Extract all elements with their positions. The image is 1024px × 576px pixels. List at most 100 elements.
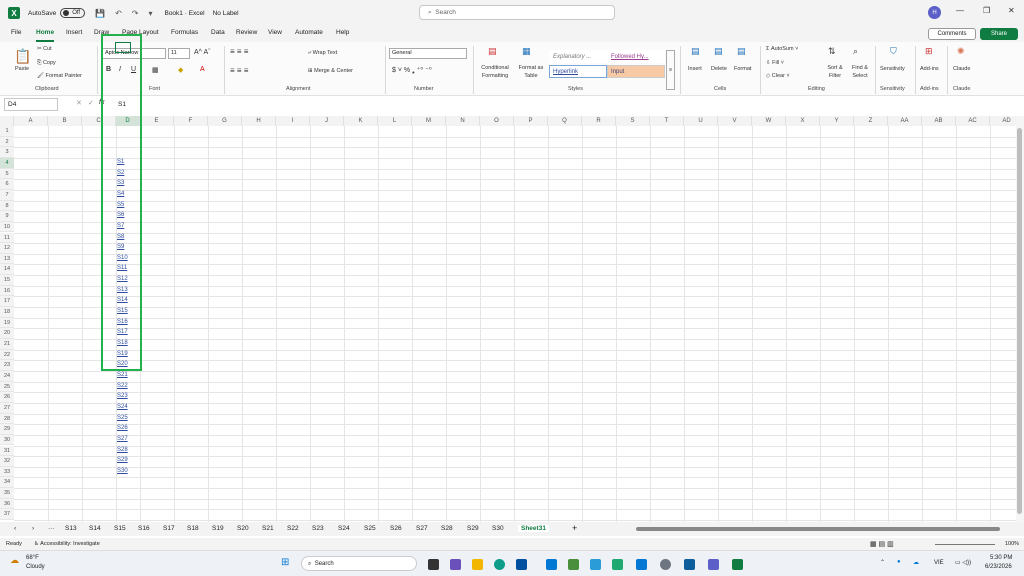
hyperlink-cell[interactable]: S29: [117, 457, 128, 463]
sheet-tab[interactable]: S14: [89, 525, 101, 532]
sheet-tab[interactable]: S17: [163, 525, 175, 532]
claude-icon[interactable]: ✺: [957, 46, 965, 57]
row-header[interactable]: 11: [0, 232, 14, 244]
row-header[interactable]: 7: [0, 189, 14, 201]
delete-cells-button[interactable]: Delete: [711, 66, 727, 72]
conditional-formatting-icon[interactable]: ▤: [488, 46, 497, 57]
row-header[interactable]: 6: [0, 179, 14, 190]
hyperlink-cell[interactable]: S23: [117, 393, 128, 399]
format-cells-icon[interactable]: ▤: [737, 46, 746, 57]
delete-cells-icon[interactable]: ▤: [714, 46, 723, 57]
row-header[interactable]: 33: [0, 466, 14, 478]
row-header[interactable]: 13: [0, 253, 14, 265]
app-icon[interactable]: [612, 559, 623, 570]
accessibility-status[interactable]: ♿ Accessibility: Investigate: [34, 541, 100, 547]
add-sheet-icon[interactable]: +: [572, 523, 577, 533]
conditional-formatting-button[interactable]: Conditional Formatting: [477, 64, 513, 80]
find-select-button[interactable]: Find & Select: [848, 64, 872, 80]
style-followed-hyperlink[interactable]: Followed Hy...: [607, 50, 665, 63]
app-icon[interactable]: [450, 559, 461, 570]
row-header[interactable]: 23: [0, 360, 14, 371]
network-volume-icon[interactable]: ▭ ◁)): [955, 559, 971, 566]
sheet-tab[interactable]: S16: [138, 525, 150, 532]
row-header[interactable]: 8: [0, 200, 14, 212]
row-header[interactable]: 4: [0, 157, 14, 169]
font-size-select[interactable]: 11: [168, 48, 190, 59]
row-header[interactable]: 16: [0, 285, 14, 297]
outlook-icon[interactable]: [636, 559, 647, 570]
row-header[interactable]: 37: [0, 509, 14, 521]
row-header[interactable]: 19: [0, 317, 14, 329]
next-sheet-icon[interactable]: ›: [32, 525, 34, 532]
add-ins-icon[interactable]: ⊞: [925, 46, 933, 57]
hyperlink-cell[interactable]: S21: [117, 372, 128, 378]
row-header[interactable]: 14: [0, 264, 14, 276]
app-icon[interactable]: [546, 559, 557, 570]
store-icon[interactable]: [516, 559, 527, 570]
hyperlink-cell[interactable]: S22: [117, 383, 128, 389]
app-icon[interactable]: [568, 559, 579, 570]
row-header[interactable]: 25: [0, 381, 14, 393]
comments-button[interactable]: Comments: [928, 28, 976, 40]
sheet-tab[interactable]: S19: [212, 525, 224, 532]
file-explorer-icon[interactable]: [472, 559, 483, 570]
column-header[interactable]: H: [242, 116, 276, 126]
tab-review[interactable]: Review: [236, 29, 257, 36]
tray-app-icon[interactable]: ●: [897, 559, 901, 565]
sheet-tab[interactable]: S25: [364, 525, 376, 532]
row-header[interactable]: 17: [0, 296, 14, 308]
column-header[interactable]: J: [310, 116, 344, 126]
column-header[interactable]: T: [650, 116, 684, 126]
sheet-tab[interactable]: S30: [492, 525, 504, 532]
column-header[interactable]: N: [446, 116, 480, 126]
hyperlink-cell[interactable]: S24: [117, 404, 128, 410]
borders-icon[interactable]: ▦: [152, 66, 159, 74]
currency-icon[interactable]: $ ˅ % ❟ ⁺⁰ ⁻⁰: [392, 66, 432, 75]
excel-taskbar-icon[interactable]: [732, 559, 743, 570]
sheet-tab[interactable]: S24: [338, 525, 350, 532]
fill-color-icon[interactable]: ◆: [178, 66, 183, 74]
column-header[interactable]: AB: [922, 116, 956, 126]
paste-button[interactable]: Paste: [15, 66, 29, 72]
row-header[interactable]: 15: [0, 275, 14, 286]
column-header[interactable]: Z: [854, 116, 888, 126]
column-header[interactable]: E: [140, 116, 174, 126]
undo-icon[interactable]: ↶: [115, 9, 122, 18]
sheet-tab[interactable]: S29: [467, 525, 479, 532]
sheet-tab[interactable]: S27: [416, 525, 428, 532]
name-box[interactable]: D4: [4, 98, 58, 111]
row-header[interactable]: 21: [0, 339, 14, 350]
enter-icon[interactable]: ✓: [88, 99, 94, 107]
row-header[interactable]: 34: [0, 477, 14, 489]
style-hyperlink[interactable]: Hyperlink: [549, 65, 607, 78]
settings-icon[interactable]: [660, 559, 671, 570]
sheet-tab[interactable]: S15: [114, 525, 126, 532]
row-header[interactable]: 26: [0, 392, 14, 403]
prev-sheet-icon[interactable]: ‹: [14, 525, 16, 532]
copy-button[interactable]: ⎘ Copy: [37, 60, 56, 67]
styles-more-icon[interactable]: ≡: [666, 50, 675, 90]
column-header[interactable]: I: [276, 116, 310, 126]
find-select-icon[interactable]: ⌕: [853, 46, 858, 57]
sheet-tab[interactable]: S28: [441, 525, 453, 532]
fill-button[interactable]: ⇩ Fill ˅: [766, 60, 784, 66]
row-header[interactable]: 3: [0, 147, 14, 158]
column-header[interactable]: L: [378, 116, 412, 126]
column-header[interactable]: A: [14, 116, 48, 126]
zoom-level[interactable]: 100%: [1005, 541, 1019, 547]
app-icon[interactable]: [684, 559, 695, 570]
column-header[interactable]: M: [412, 116, 446, 126]
sheet-tab[interactable]: S21: [262, 525, 274, 532]
row-header[interactable]: 10: [0, 221, 14, 233]
normal-view-icon[interactable]: ▦ ▤ ▥: [870, 540, 894, 548]
close-icon[interactable]: ✕: [1008, 6, 1015, 15]
sheet-tab[interactable]: S26: [390, 525, 402, 532]
sensitivity-label[interactable]: No Label: [213, 10, 239, 17]
language-indicator[interactable]: VIE: [934, 560, 944, 566]
row-header[interactable]: 32: [0, 456, 14, 467]
format-as-table-button[interactable]: Format as Table: [515, 64, 547, 80]
style-input[interactable]: Input: [607, 65, 665, 78]
column-header[interactable]: U: [684, 116, 718, 126]
row-header[interactable]: 12: [0, 243, 14, 254]
column-header[interactable]: G: [208, 116, 242, 126]
